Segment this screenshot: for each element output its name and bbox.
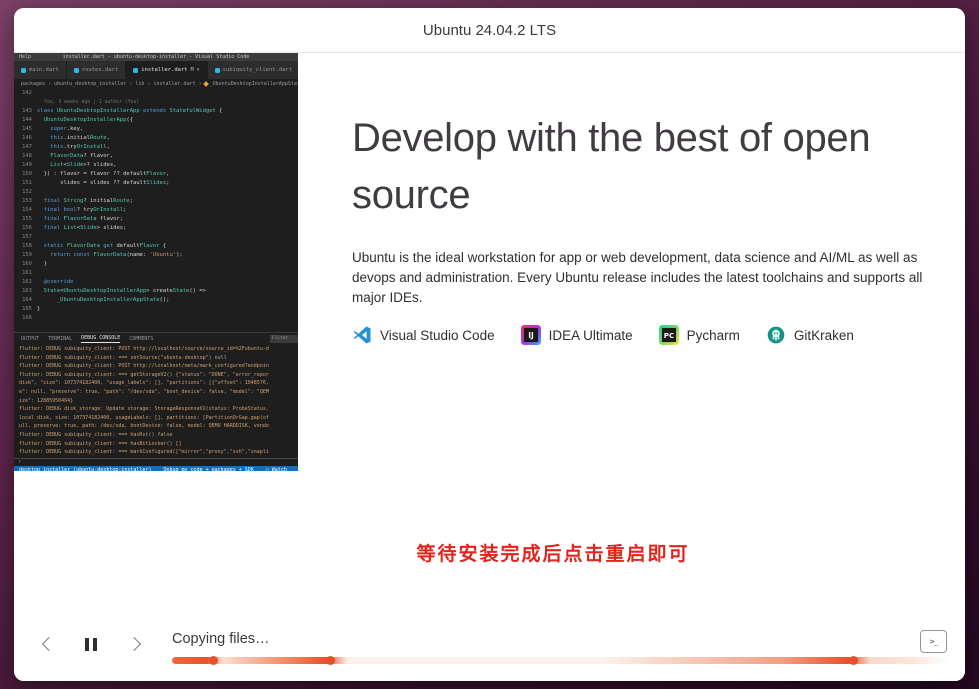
vscode-screenshot: Help installer.dart - ubuntu-desktop-ins… [14, 53, 298, 471]
vscode-panel-tab: COMMENTS [129, 336, 153, 342]
window-title: Ubuntu 24.04.2 LTS [423, 22, 556, 39]
pause-icon [85, 638, 97, 651]
chevron-right-icon [126, 637, 140, 651]
installer-window: Ubuntu 24.04.2 LTS Help installer.dart -… [14, 8, 965, 681]
slide-paragraph: Ubuntu is the ideal workstation for app … [352, 248, 944, 308]
vscode-breadcrumb: packages › ubuntu_desktop_installer › li… [14, 79, 298, 88]
chevron-left-icon [41, 637, 55, 651]
ide-item-vscode: Visual Studio Code [352, 325, 495, 345]
show-log-terminal-button[interactable]: >_ [920, 630, 947, 653]
desktop-background: Ubuntu 24.04.2 LTS Help installer.dart -… [0, 0, 979, 689]
install-progress-bar [172, 657, 952, 664]
terminal-icon: >_ [930, 637, 938, 646]
restart-notice-text: 等待安装完成后点击重启即可 [416, 539, 689, 566]
dart-file-icon [74, 68, 79, 73]
vscode-editor-tab: subiquity_client.dart [208, 61, 298, 79]
vscode-window-title: installer.dart - ubuntu-desktop-installe… [14, 54, 298, 60]
vscode-menubar: Help installer.dart - ubuntu-desktop-ins… [14, 53, 298, 61]
vscode-panel-tab: OUTPUT [21, 336, 39, 342]
vscode-panel-tab: DEBUG CONSOLE [81, 335, 120, 343]
dart-file-icon [133, 68, 138, 73]
dart-file-icon [215, 68, 220, 73]
install-status-label: Copying files… [172, 631, 270, 647]
vscode-status-watch: ○ Watch [266, 467, 287, 471]
pycharm-icon: PC [659, 325, 679, 345]
slide-area: Help installer.dart - ubuntu-desktop-ins… [14, 53, 965, 681]
vscode-panel-tab: TERMINAL [48, 336, 72, 342]
vscode-status-project: desktop_installer (ubuntu-desktop-instal… [19, 467, 151, 471]
previous-slide-button[interactable] [34, 631, 60, 657]
svg-text:IJ: IJ [528, 331, 534, 340]
ide-item-pycharm: PCPycharm [659, 325, 740, 345]
vscode-icon [352, 325, 372, 345]
idea-icon: IJ [521, 325, 541, 345]
ide-item-gitkraken: GitKraken [766, 325, 854, 345]
vscode-status-debug-config: Debug my code + packages + SDK [163, 467, 253, 471]
vscode-console-prompt: › [14, 458, 298, 466]
window-titlebar: Ubuntu 24.04.2 LTS [14, 8, 965, 53]
vscode-filter-input: Filter [270, 335, 298, 343]
close-icon: × [197, 67, 200, 73]
gitkraken-icon [766, 325, 786, 345]
vscode-editor-tab: routes.dart [67, 61, 126, 79]
ide-item-idea: IJIDEA Ultimate [521, 325, 633, 345]
ide-list: Visual Studio Code IJIDEA Ultimate PCPycha… [352, 325, 854, 345]
class-symbol-icon [203, 81, 209, 87]
dart-file-icon [21, 68, 26, 73]
vscode-panel-tabs: OUTPUT TERMINAL DEBUG CONSOLE COMMENTS Filte… [14, 332, 298, 345]
next-slide-button[interactable] [122, 631, 148, 657]
vscode-editor-tab: installer.dartM× [126, 61, 207, 79]
vscode-statusbar: desktop_installer (ubuntu-desktop-instal… [14, 466, 298, 471]
vscode-tab-bar: main.dartroutes.dartinstaller.dartM×subi… [14, 61, 298, 79]
vscode-code-editor: 142You, 3 weeks ago | 1 author (You)143c… [14, 88, 298, 332]
svg-text:PC: PC [663, 331, 673, 340]
slide-heading: Develop with the best of open source [352, 110, 965, 224]
vscode-debug-console: flutter: DEBUG subiquity_client: POST ht… [14, 345, 298, 458]
pause-slideshow-button[interactable] [78, 631, 104, 657]
vscode-editor-tab: main.dart [14, 61, 67, 79]
